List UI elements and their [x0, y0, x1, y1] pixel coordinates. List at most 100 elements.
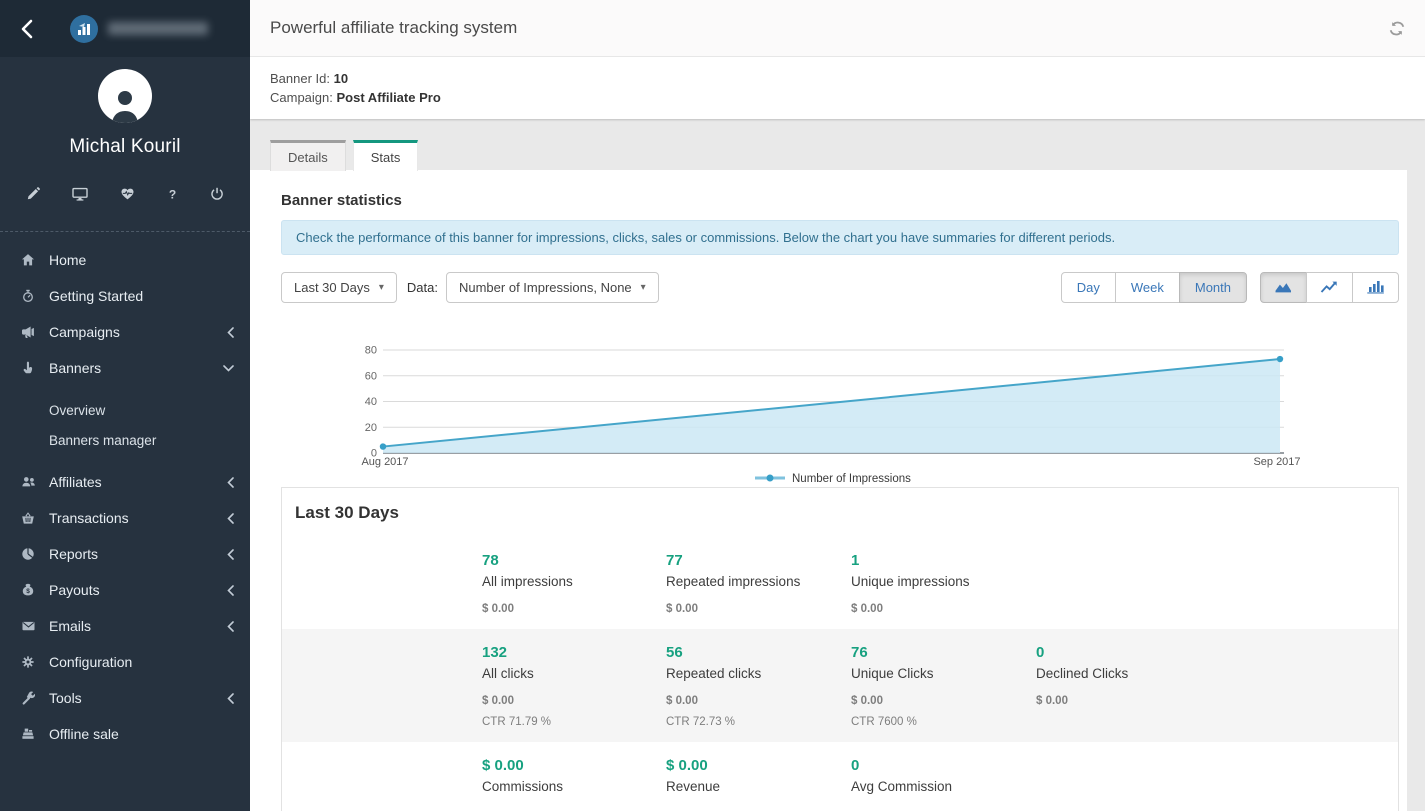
granularity-button-month[interactable]: Month [1179, 272, 1247, 303]
sidebar-item-label: Getting Started [49, 288, 143, 304]
sidebar-item-banners[interactable]: Banners [0, 350, 250, 386]
caret-down-icon: ▾ [641, 282, 646, 293]
sidebar-item-getting-started[interactable]: Getting Started [0, 278, 250, 314]
row-spacer [282, 756, 482, 798]
sidebar-item-tools[interactable]: Tools [0, 680, 250, 716]
bar-chart-icon [1366, 279, 1385, 297]
users-icon [18, 475, 38, 489]
stat-label: All clicks [482, 663, 666, 685]
summary-title: Last 30 Days [282, 488, 1398, 537]
svg-text:Aug 2017: Aug 2017 [361, 456, 408, 468]
summary-panel: Last 30 Days 78All impressions$ 0.0077Re… [281, 487, 1399, 811]
stat-label: Revenue [666, 776, 851, 798]
granularity-button-week[interactable]: Week [1115, 272, 1180, 303]
sidebar-item-label: Campaigns [49, 324, 120, 340]
stat-value: 0 [1036, 643, 1398, 663]
sidebar: Michal Kouril ? Home Getting Started Campa… [0, 0, 250, 811]
stat-value: 132 [482, 643, 666, 663]
chevron-left-icon [227, 621, 234, 632]
period-dropdown-value: Last 30 Days [294, 280, 370, 295]
granularity-button-day[interactable]: Day [1061, 272, 1116, 303]
sidebar-item-campaigns[interactable]: Campaigns [0, 314, 250, 350]
stat-value: $ 0.00 [666, 756, 851, 776]
summary-row: 78All impressions$ 0.0077Repeated impres… [282, 537, 1398, 629]
stat-money: $ 0.00 [482, 601, 666, 617]
row-spacer [282, 643, 482, 730]
data-label: Data: [407, 280, 438, 295]
sidebar-header [0, 0, 250, 57]
heartbeat-icon[interactable] [120, 187, 135, 201]
monitor-icon[interactable] [72, 187, 88, 201]
page-title: Powerful affiliate tracking system [270, 18, 517, 38]
stat-value: 1 [851, 551, 1036, 571]
sidebar-subitem-banners-manager[interactable]: Banners manager [0, 425, 250, 455]
stopwatch-icon [18, 289, 38, 303]
sidebar-item-transactions[interactable]: Transactions [0, 500, 250, 536]
stat-label: Unique impressions [851, 571, 1036, 593]
hand-pointer-icon [18, 361, 38, 375]
sidebar-item-offline-sale[interactable]: Offline sale [0, 716, 250, 752]
stat-cell: 77Repeated impressions$ 0.00 [666, 551, 851, 617]
stat-cell: $ 0.00Revenue [666, 756, 851, 798]
caret-down-icon: ▾ [379, 282, 384, 293]
stat-ctr: CTR 72.73 % [666, 714, 851, 730]
pie-chart-icon [18, 547, 38, 561]
svg-text:Number of Impressions: Number of Impressions [792, 473, 911, 485]
stat-money: $ 0.00 [482, 693, 666, 709]
chart-type-button-group [1260, 272, 1399, 303]
sidebar-item-label: Affiliates [49, 474, 102, 490]
area-chart-icon [1274, 279, 1293, 297]
svg-text:Sep 2017: Sep 2017 [1253, 456, 1300, 468]
sidebar-item-label: Home [49, 252, 86, 268]
summary-rows: 78All impressions$ 0.0077Repeated impres… [282, 537, 1398, 810]
user-name: Michal Kouril [0, 136, 250, 158]
line-chart-icon [1320, 279, 1339, 297]
stat-ctr: CTR 71.79 % [482, 714, 666, 730]
stat-money: $ 0.00 [1036, 693, 1398, 709]
sidebar-item-label: Offline sale [49, 726, 119, 742]
stat-label: Repeated clicks [666, 663, 851, 685]
power-icon[interactable] [210, 187, 224, 201]
line-chart-button[interactable] [1306, 272, 1353, 303]
impressions-area-chart: 806040200Aug 2017Sep 2017Number of Impre… [250, 342, 1407, 486]
sidebar-item-reports[interactable]: Reports [0, 536, 250, 572]
refresh-icon[interactable] [1389, 21, 1405, 36]
stat-money: $ 0.00 [666, 601, 851, 617]
stat-cell: 56Repeated clicks$ 0.00CTR 72.73 % [666, 643, 851, 730]
sidebar-item-payouts[interactable]: $Payouts [0, 572, 250, 608]
envelope-icon [18, 619, 38, 633]
period-dropdown[interactable]: Last 30 Days ▾ [281, 272, 397, 303]
tab-bar: DetailsStats [270, 140, 418, 171]
sidebar-item-configuration[interactable]: Configuration [0, 644, 250, 680]
summary-row: $ 0.00Commissions$ 0.00Revenue0Avg Commi… [282, 742, 1398, 810]
sidebar-item-emails[interactable]: Emails [0, 608, 250, 644]
top-header: Powerful affiliate tracking system [250, 0, 1425, 57]
sidebar-item-home[interactable]: Home [0, 242, 250, 278]
chevron-left-icon [227, 585, 234, 596]
stat-value: 78 [482, 551, 666, 571]
area-chart-button[interactable] [1260, 272, 1307, 303]
tab-stats[interactable]: Stats [353, 140, 419, 171]
back-icon[interactable] [16, 17, 40, 41]
data-dropdown[interactable]: Number of Impressions, None ▾ [446, 272, 659, 303]
bar-chart-button[interactable] [1352, 272, 1399, 303]
gear-icon [18, 655, 38, 669]
tab-details[interactable]: Details [270, 140, 346, 171]
summary-row: 132All clicks$ 0.00CTR 71.79 %56Repeated… [282, 629, 1398, 742]
app-logo-icon [70, 15, 98, 43]
svg-text:20: 20 [365, 422, 377, 434]
stat-cell: 1Unique impressions$ 0.00 [851, 551, 1036, 617]
question-icon[interactable]: ? [167, 187, 178, 201]
sidebar-subitem-overview[interactable]: Overview [0, 395, 250, 425]
sidebar-item-label: Emails [49, 618, 91, 634]
svg-text:80: 80 [365, 345, 377, 357]
stat-cell: $ 0.00Commissions [482, 756, 666, 798]
stat-value: 76 [851, 643, 1036, 663]
pencil-icon[interactable] [26, 187, 40, 201]
sidebar-item-affiliates[interactable]: Affiliates [0, 464, 250, 500]
stat-money: $ 0.00 [666, 693, 851, 709]
home-icon [18, 253, 38, 267]
avatar[interactable] [98, 69, 152, 123]
info-alert: Check the performance of this banner for… [281, 220, 1399, 255]
chevron-left-icon [227, 327, 234, 338]
